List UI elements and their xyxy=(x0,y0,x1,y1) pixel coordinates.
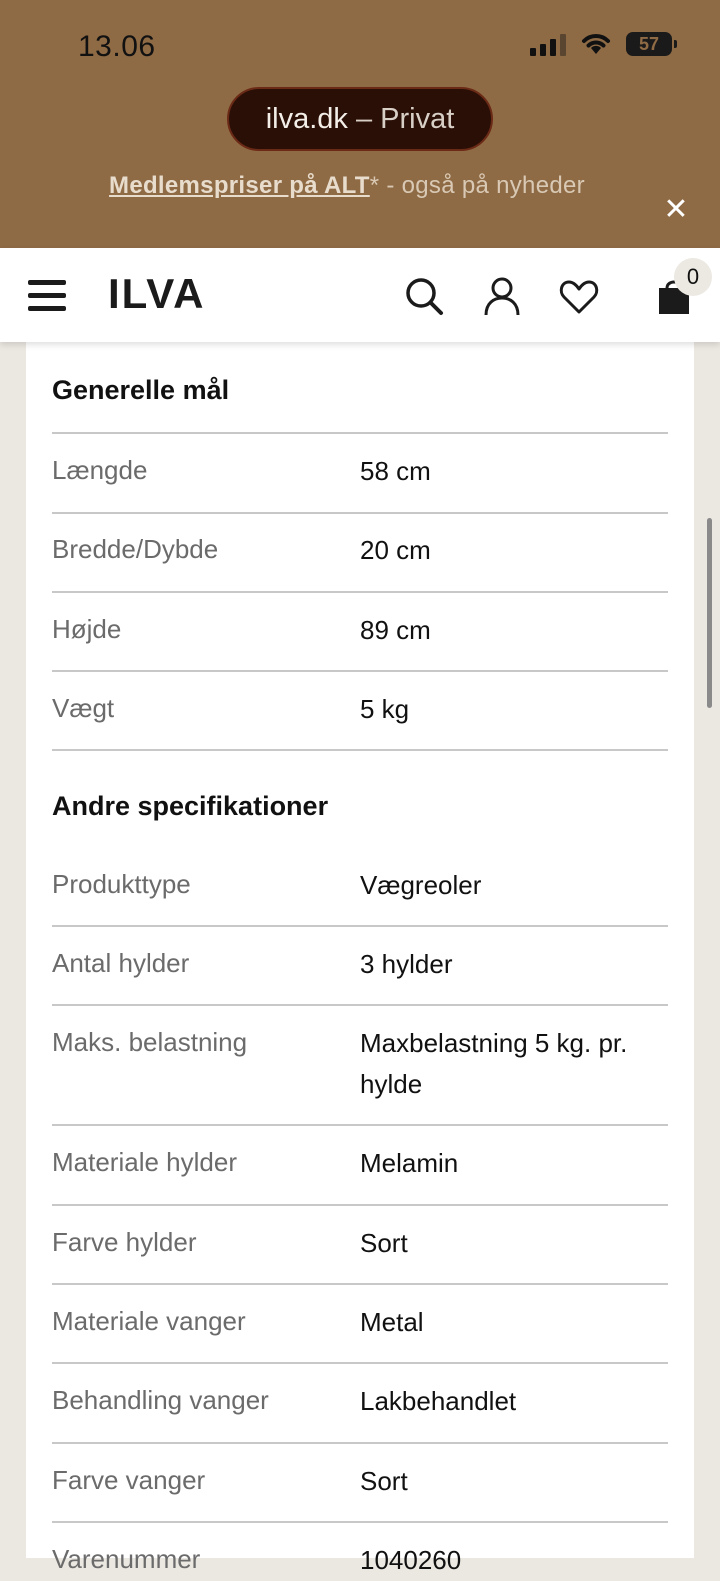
scrollbar[interactable] xyxy=(707,518,712,708)
divider xyxy=(52,1204,668,1206)
divider xyxy=(52,1442,668,1444)
spec-value: Melamin xyxy=(360,1148,459,1178)
divider xyxy=(52,749,668,751)
search-icon[interactable] xyxy=(402,274,446,318)
divider xyxy=(52,925,668,927)
section-title-other: Andre specifikationer xyxy=(52,791,329,821)
spec-label: Varenummer xyxy=(52,1544,201,1574)
spec-value: Maxbelastning 5 kg. pr. hylde xyxy=(360,1028,628,1099)
spec-label: Maks. belastning xyxy=(52,1027,248,1057)
site-header: ILVA xyxy=(0,248,720,342)
divider xyxy=(52,1362,668,1364)
private-mode-label: – Privat xyxy=(355,102,455,135)
divider xyxy=(52,591,668,593)
spec-value: 3 hylder xyxy=(360,949,453,979)
heart-icon[interactable] xyxy=(557,274,601,318)
spec-value: 20 cm xyxy=(360,535,431,565)
spec-value: Sort xyxy=(360,1466,408,1496)
spec-label: Vægt xyxy=(52,693,115,723)
divider xyxy=(52,1521,668,1523)
section-title-general: Generelle mål xyxy=(52,375,230,405)
cart-count-badge: 0 xyxy=(674,258,712,296)
promo-link[interactable]: Medlemspriser på ALT xyxy=(109,172,370,199)
status-icons: 57 xyxy=(530,32,677,56)
battery-icon: 57 xyxy=(626,32,677,56)
spec-value: Metal xyxy=(360,1307,424,1337)
divider xyxy=(52,1283,668,1285)
top-banner: 13.06 57 ilva.dk – Privat Medlemspriser … xyxy=(0,0,720,248)
divider xyxy=(52,432,668,434)
close-icon[interactable]: ✕ xyxy=(662,195,690,225)
spec-label: Antal hylder xyxy=(52,948,190,978)
spec-label: Længde xyxy=(52,455,148,485)
divider xyxy=(52,670,668,672)
spec-value: Lakbehandlet xyxy=(360,1386,517,1416)
status-time: 13.06 xyxy=(78,30,156,63)
menu-icon[interactable] xyxy=(28,280,66,312)
promo-text: Medlemspriser på ALT* - også på nyheder xyxy=(0,172,694,200)
spec-label: Farve hylder xyxy=(52,1227,197,1257)
spec-label: Produkttype xyxy=(52,869,191,899)
spec-label: Behandling vanger xyxy=(52,1385,269,1415)
spec-label: Højde xyxy=(52,614,122,644)
spec-value: 58 cm xyxy=(360,456,431,486)
battery-level: 57 xyxy=(638,33,660,54)
divider xyxy=(52,512,668,514)
account-icon[interactable] xyxy=(480,274,524,318)
url-domain: ilva.dk xyxy=(265,102,348,135)
spec-label: Materiale hylder xyxy=(52,1147,237,1177)
divider xyxy=(52,1124,668,1126)
spec-value: Sort xyxy=(360,1228,408,1258)
spec-label: Bredde/Dybde xyxy=(52,534,219,564)
spec-value: Vægreoler xyxy=(360,870,482,900)
divider xyxy=(52,1004,668,1006)
ilva-logo[interactable]: ILVA xyxy=(108,270,205,318)
promo-rest: * - også på nyheder xyxy=(369,172,585,199)
spec-label: Farve vanger xyxy=(52,1465,206,1495)
wifi-icon xyxy=(582,34,610,54)
url-bar[interactable]: ilva.dk – Privat xyxy=(227,87,493,151)
spec-label: Materiale vanger xyxy=(52,1306,246,1336)
spec-value: 89 cm xyxy=(360,615,431,645)
signal-icon xyxy=(530,32,566,56)
spec-value: 1040260 xyxy=(360,1545,462,1575)
spec-value: 5 kg xyxy=(360,694,410,724)
